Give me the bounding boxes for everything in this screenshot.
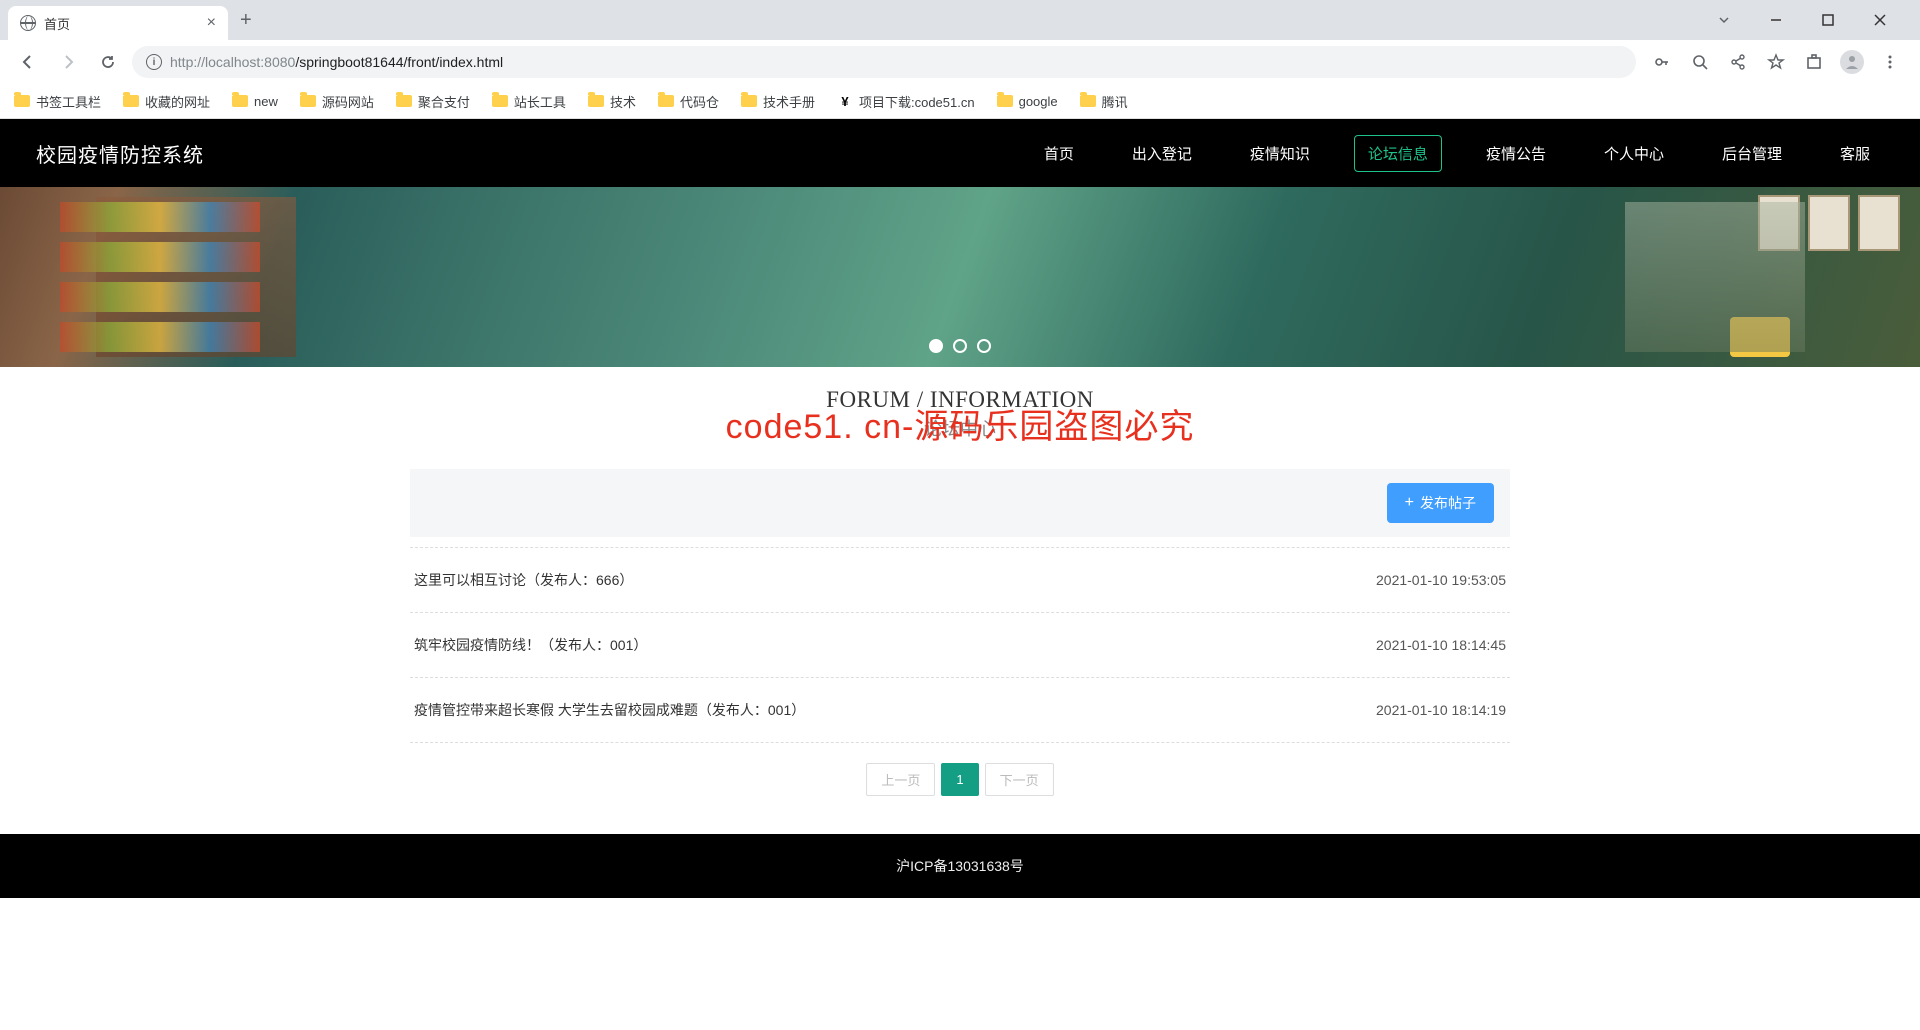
bookmark-item[interactable]: google [997,94,1058,109]
folder-icon [588,95,604,107]
post-title: 筑牢校园疫情防线！（发布人：001） [414,635,647,655]
site-icon: ¥ [837,93,853,109]
folder-icon [492,95,508,107]
nav-profile[interactable]: 个人中心 [1590,135,1678,172]
back-button[interactable] [12,46,44,78]
folder-icon [997,95,1013,107]
hero-banner [0,187,1920,367]
bookmark-item[interactable]: 站长工具 [492,92,566,111]
folder-icon [123,95,139,107]
site-header: 校园疫情防控系统 首页 出入登记 疫情知识 论坛信息 疫情公告 个人中心 后台管… [0,119,1920,187]
carousel-dot[interactable] [929,339,943,353]
maximize-button[interactable] [1808,5,1848,35]
url-input[interactable]: i http://localhost:8080/springboot81644/… [132,46,1636,78]
box-graphic [1730,317,1790,357]
browser-chrome: 首页 × + i [0,0,1920,119]
folder-icon [396,95,412,107]
forward-button[interactable] [52,46,84,78]
post-time: 2021-01-10 19:53:05 [1376,572,1506,588]
browser-tab[interactable]: 首页 × [8,6,228,40]
folder-icon [14,95,30,107]
post-row[interactable]: 筑牢校园疫情防线！（发布人：001） 2021-01-10 18:14:45 [410,613,1510,678]
carousel-indicators [929,339,991,353]
post-list: 这里可以相互讨论（发布人：666） 2021-01-10 19:53:05 筑牢… [410,547,1510,743]
folder-icon [232,95,248,107]
extensions-icon[interactable] [1802,50,1826,74]
heading-en: FORUM / INFORMATION [0,387,1920,413]
post-time: 2021-01-10 18:14:45 [1376,637,1506,653]
plus-icon: + [1405,494,1414,512]
minimize-button[interactable] [1756,5,1796,35]
globe-icon [20,15,36,31]
nav-home[interactable]: 首页 [1030,135,1088,172]
window-controls [1704,5,1912,35]
close-window-button[interactable] [1860,5,1900,35]
forum-content: + 发布帖子 这里可以相互讨论（发布人：666） 2021-01-10 19:5… [410,469,1510,816]
bookshelf-graphic [60,197,260,357]
nav-announce[interactable]: 疫情公告 [1472,135,1560,172]
address-bar: i http://localhost:8080/springboot81644/… [0,40,1920,84]
folder-icon [658,95,674,107]
zoom-icon[interactable] [1688,50,1712,74]
bookmark-item[interactable]: 技术 [588,92,636,111]
publish-post-button[interactable]: + 发布帖子 [1387,483,1494,523]
bookmark-item[interactable]: 源码网站 [300,92,374,111]
profile-avatar[interactable] [1840,50,1864,74]
reload-button[interactable] [92,46,124,78]
bookmark-item[interactable]: ¥项目下载:code51.cn [837,92,975,111]
section-heading: FORUM / INFORMATION 论坛中心 code51. cn-源码乐园… [0,367,1920,451]
post-title: 这里可以相互讨论（发布人：666） [414,570,633,590]
nav-knowledge[interactable]: 疫情知识 [1236,135,1324,172]
post-row[interactable]: 这里可以相互讨论（发布人：666） 2021-01-10 19:53:05 [410,548,1510,613]
url-text: http://localhost:8080/springboot81644/fr… [170,54,503,70]
folder-icon [1080,95,1096,107]
action-bar: + 发布帖子 [410,469,1510,537]
prev-page-button[interactable]: 上一页 [866,763,935,796]
post-time: 2021-01-10 18:14:19 [1376,702,1506,718]
icp-text: 沪ICP备13031638号 [896,858,1024,874]
nav-admin[interactable]: 后台管理 [1708,135,1796,172]
menu-icon[interactable] [1878,50,1902,74]
site-brand: 校园疫情防控系统 [36,139,204,168]
bookmark-item[interactable]: 技术手册 [741,92,815,111]
nav-support[interactable]: 客服 [1826,135,1884,172]
key-icon[interactable] [1650,50,1674,74]
share-icon[interactable] [1726,50,1750,74]
nav-forum[interactable]: 论坛信息 [1354,135,1442,172]
addr-actions [1644,50,1908,74]
posters-graphic [1758,195,1900,251]
post-title: 疫情管控带来超长寒假 大学生去留校园成难题（发布人：001） [414,700,805,720]
new-tab-button[interactable]: + [228,9,264,32]
pagination: 上一页 1 下一页 [410,743,1510,816]
folder-icon [300,95,316,107]
next-page-button[interactable]: 下一页 [985,763,1054,796]
chevron-down-icon[interactable] [1704,5,1744,35]
bookmarks-bar: 书签工具栏 收藏的网址 new 源码网站 聚合支付 站长工具 技术 代码仓 技术… [0,84,1920,118]
bookmark-item[interactable]: 聚合支付 [396,92,470,111]
folder-icon [741,95,757,107]
carousel-dot[interactable] [953,339,967,353]
tab-title: 首页 [44,14,70,33]
bookmark-item[interactable]: 收藏的网址 [123,92,210,111]
nav-checkin[interactable]: 出入登记 [1118,135,1206,172]
heading-zh: 论坛中心 [0,415,1920,441]
post-row[interactable]: 疫情管控带来超长寒假 大学生去留校园成难题（发布人：001） 2021-01-1… [410,678,1510,743]
publish-label: 发布帖子 [1420,493,1476,513]
tab-bar: 首页 × + [0,0,1920,40]
main-nav: 首页 出入登记 疫情知识 论坛信息 疫情公告 个人中心 后台管理 客服 [1030,135,1884,172]
site-info-icon[interactable]: i [146,54,162,70]
bookmark-item[interactable]: new [232,94,278,109]
close-tab-icon[interactable]: × [207,14,216,32]
bookmark-item[interactable]: 书签工具栏 [14,92,101,111]
site-footer: 沪ICP备13031638号 [0,834,1920,898]
bookmark-item[interactable]: 腾讯 [1080,92,1128,111]
carousel-dot[interactable] [977,339,991,353]
bookmark-item[interactable]: 代码仓 [658,92,719,111]
page-number-button[interactable]: 1 [941,763,978,796]
bookmark-star-icon[interactable] [1764,50,1788,74]
